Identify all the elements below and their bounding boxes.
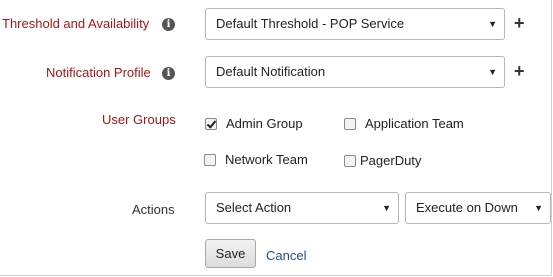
notification-select-value: Default Notification — [216, 64, 326, 79]
checkbox-label: PagerDuty — [360, 153, 422, 169]
checkbox-network-team[interactable] — [204, 153, 216, 166]
chevron-down-icon: ▼ — [488, 67, 497, 77]
add-threshold-plus-icon[interactable]: + — [514, 14, 525, 32]
threshold-label: Threshold and Availability — [2, 16, 150, 31]
checkbox-label: Application Team — [365, 116, 464, 132]
info-icon[interactable]: i — [162, 18, 175, 31]
threshold-select[interactable]: Default Threshold - POP Service ▼ — [205, 8, 505, 40]
user-group-option[interactable]: PagerDuty — [344, 152, 421, 168]
action-select[interactable]: Select Action ▼ — [205, 192, 399, 224]
action-select-value: Select Action — [216, 200, 292, 215]
chevron-down-icon: ▼ — [488, 19, 497, 29]
cancel-link[interactable]: Cancel — [266, 248, 306, 263]
trigger-select-value: Execute on Down — [416, 200, 518, 215]
trigger-select[interactable]: Execute on Down ▼ — [405, 192, 551, 224]
user-groups-label: User Groups — [102, 112, 176, 127]
notification-select[interactable]: Default Notification ▼ — [205, 56, 505, 88]
user-group-option[interactable]: Application Team — [344, 115, 464, 131]
actions-label: Actions — [132, 202, 175, 217]
notification-label: Notification Profile — [46, 65, 151, 80]
add-notification-plus-icon[interactable]: + — [514, 62, 525, 80]
save-button[interactable]: Save — [205, 239, 256, 268]
checkbox-label: Network Team — [225, 152, 308, 168]
chevron-down-icon: ▼ — [382, 203, 391, 213]
checkbox-application-team[interactable] — [344, 117, 356, 130]
checkbox-pagerduty[interactable] — [344, 154, 356, 167]
info-icon[interactable]: i — [162, 67, 175, 80]
user-group-option[interactable]: Network Team — [204, 151, 308, 167]
checkbox-label: Admin Group — [226, 116, 303, 132]
form-panel: Threshold and Availability i Default Thr… — [0, 0, 552, 276]
user-group-option[interactable]: Admin Group — [205, 115, 303, 131]
threshold-select-value: Default Threshold - POP Service — [216, 16, 405, 31]
checkbox-admin-group[interactable] — [205, 117, 217, 130]
chevron-down-icon: ▼ — [534, 203, 543, 213]
